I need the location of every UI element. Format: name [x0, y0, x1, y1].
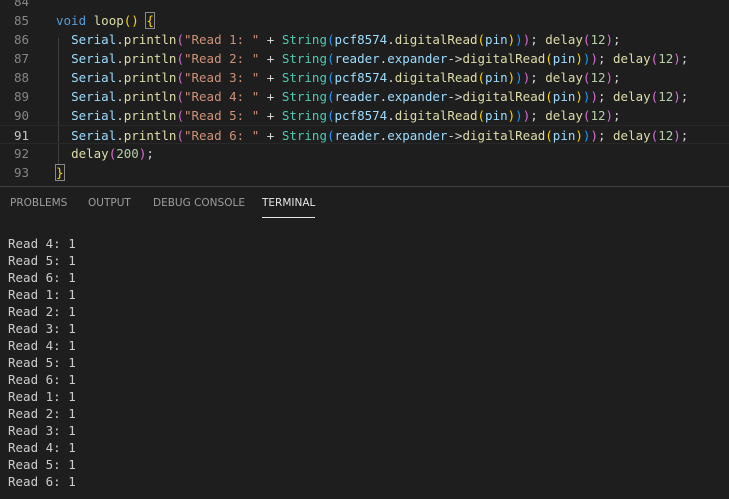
tab-terminal[interactable]: TERMINAL [262, 197, 315, 209]
line-number: 91 [13, 128, 29, 143]
terminal-line: Read 3: 1 [8, 423, 76, 438]
code-line[interactable]: 92 delay(200); [0, 144, 729, 163]
tab-debug-console[interactable]: DEBUG CONSOLE [153, 197, 245, 209]
line-number: 89 [13, 89, 29, 104]
code-line-current[interactable]: 91 Serial.println("Read 6: " + String(re… [0, 125, 729, 144]
code-line[interactable]: 90 Serial.println("Read 5: " + String(pc… [0, 106, 729, 125]
terminal-line: Read 5: 1 [8, 253, 76, 268]
code-line[interactable]: 89 Serial.println("Read 4: " + String(re… [0, 87, 729, 106]
panel-tabs: PROBLEMS OUTPUT DEBUG CONSOLE TERMINAL [0, 187, 729, 222]
line-number: 85 [13, 13, 29, 28]
terminal-output[interactable]: Read 4: 1 Read 5: 1 Read 6: 1 Read 1: 1 Read… [8, 235, 76, 490]
code-text[interactable]: Serial.println("Read 5: " + String(pcf85… [56, 106, 621, 125]
code-line[interactable]: 85 void loop() { [0, 11, 729, 30]
code-line[interactable]: 87 Serial.println("Read 2: " + String(re… [0, 49, 729, 68]
code-line[interactable]: 86 Serial.println("Read 1: " + String(pc… [0, 30, 729, 49]
line-number: 90 [13, 108, 29, 123]
terminal-line: Read 1: 1 [8, 389, 76, 404]
code-text[interactable]: delay(200); [56, 144, 154, 163]
bottom-panel: PROBLEMS OUTPUT DEBUG CONSOLE TERMINAL R… [0, 186, 729, 499]
terminal-line: Read 3: 1 [8, 321, 76, 336]
line-number: 88 [13, 70, 29, 85]
code-text[interactable]: Serial.println("Read 1: " + String(pcf85… [56, 30, 621, 49]
code-line[interactable]: 93 } [0, 163, 729, 182]
line-number: 87 [13, 51, 29, 66]
terminal-line: Read 1: 1 [8, 287, 76, 302]
terminal-line: Read 4: 1 [8, 236, 76, 251]
code-line[interactable]: 88 Serial.println("Read 3: " + String(pc… [0, 68, 729, 87]
active-tab-indicator [262, 217, 315, 218]
terminal-line: Read 6: 1 [8, 372, 76, 387]
terminal-line: Read 4: 1 [8, 440, 76, 455]
line-number: 93 [13, 165, 29, 180]
terminal-line: Read 5: 1 [8, 457, 76, 472]
tab-problems[interactable]: PROBLEMS [10, 197, 67, 209]
terminal-line: Read 2: 1 [8, 304, 76, 319]
code-text[interactable]: Serial.println("Read 3: " + String(pcf85… [56, 68, 621, 87]
code-line[interactable]: 84 [0, 0, 729, 11]
code-text[interactable]: Serial.println("Read 2: " + String(reade… [56, 49, 688, 68]
code-text[interactable]: void loop() { [56, 11, 155, 30]
code-editor[interactable]: 84 85 void loop() { 86 Serial.println("R… [0, 0, 729, 186]
line-number: 84 [13, 0, 29, 9]
line-number: 92 [13, 146, 29, 161]
terminal-line: Read 4: 1 [8, 338, 76, 353]
tab-output[interactable]: OUTPUT [88, 197, 131, 209]
terminal-line: Read 2: 1 [8, 406, 76, 421]
code-text[interactable]: Serial.println("Read 4: " + String(reade… [56, 87, 688, 106]
terminal-line: Read 6: 1 [8, 474, 76, 489]
code-text[interactable]: } [55, 163, 65, 182]
line-number: 86 [13, 32, 29, 47]
terminal-line: Read 5: 1 [8, 355, 76, 370]
code-text[interactable]: Serial.println("Read 6: " + String(reade… [56, 126, 688, 145]
terminal-line: Read 6: 1 [8, 270, 76, 285]
